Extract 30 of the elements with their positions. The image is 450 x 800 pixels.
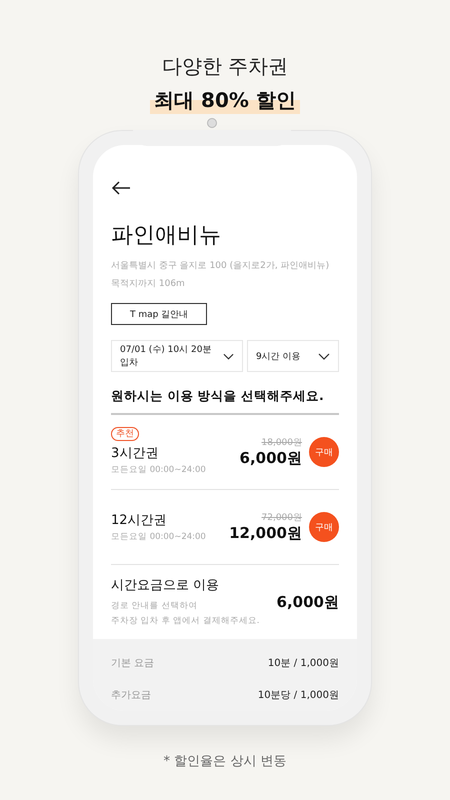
option-note: 경로 안내를 선택하여	[111, 600, 198, 613]
fee-label: 기본 요금	[111, 657, 154, 670]
caret-icon	[223, 352, 234, 360]
ticket-price: 12,000원	[229, 524, 302, 543]
fee-value: 10분당 / 1,000원	[258, 689, 339, 702]
distance-text: 목적지까지 106m	[111, 278, 186, 291]
fee-value: 10분 / 1,000원	[268, 657, 339, 670]
ticket-price: 6,000원	[240, 449, 302, 468]
fee-label: 추가요금	[111, 689, 151, 702]
place-address: 서울특별시 중구 을지로 100 (을지로2가, 파인애비뉴)	[111, 260, 330, 273]
place-name: 파인애비뉴	[111, 222, 222, 250]
ticket-hours: 모든요일 00:00~24:00	[111, 464, 206, 477]
ticket-name: 12시간권	[111, 512, 168, 528]
dropdown-select[interactable]: 9시간 이용	[247, 340, 339, 372]
footnote: * 할인율은 상시 변동	[162, 753, 288, 770]
recommend-badge: 추천	[111, 427, 139, 441]
tmap-navigation-button[interactable]: T map 길안내	[111, 303, 208, 325]
option-note: 주차장 입차 후 앱에서 결제해주세요.	[111, 615, 260, 628]
option-price: 6,000원	[276, 592, 339, 612]
dropdown-select[interactable]: 07/01 (수) 10시 20분 입차	[111, 340, 243, 372]
back-arrow-icon[interactable]	[111, 181, 131, 195]
section-heading: 원하시는 이용 방식을 선택해주세요.	[111, 388, 339, 415]
ticket-hours: 모든요일 00:00~24:00	[111, 530, 206, 544]
ticket-name: 3시간권	[111, 445, 160, 462]
camera-dot	[207, 118, 217, 128]
headline: 다양한 주차권	[162, 53, 288, 80]
original-price: 18,000원	[262, 437, 302, 449]
original-price: 72,000원	[262, 512, 302, 524]
option-name: 시간요금으로 이용	[111, 577, 220, 594]
caret-icon	[318, 352, 330, 360]
